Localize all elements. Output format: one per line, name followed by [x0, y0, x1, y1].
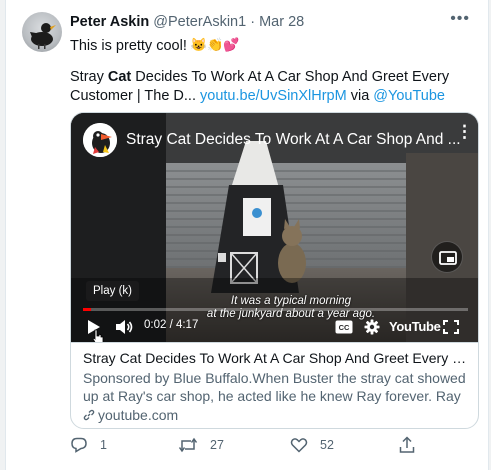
- emoji-hearts: 💕: [223, 37, 240, 52]
- video-player[interactable]: Stray Cat Decides To Work At A Car Shop …: [71, 113, 478, 342]
- reply-button[interactable]: 1: [70, 435, 107, 455]
- tweet-actions: 1 27 52: [70, 435, 479, 455]
- share-icon: [399, 436, 415, 453]
- like-count: 52: [320, 438, 334, 452]
- subtitle-line1: It was a typical morning: [230, 295, 352, 307]
- video-title[interactable]: Stray Cat Decides To Work At A Car Shop …: [126, 131, 461, 149]
- settings-icon[interactable]: [364, 316, 380, 338]
- tweet-text: This is pretty cool!: [70, 38, 187, 54]
- channel-logo[interactable]: [83, 123, 117, 157]
- progress-bar[interactable]: [83, 308, 468, 311]
- volume-icon[interactable]: [115, 316, 133, 338]
- fullscreen-icon[interactable]: [443, 316, 459, 338]
- card-domain: youtube.com: [83, 406, 468, 424]
- retweet-count: 27: [210, 438, 224, 452]
- captions-icon[interactable]: CC: [335, 316, 353, 338]
- link-card[interactable]: Stray Cat Decides To Work At A Car Shop …: [70, 112, 479, 429]
- tweet[interactable]: Peter Askin @PeterAskin1 · Mar 28 ••• Th…: [5, 0, 489, 470]
- more-icon[interactable]: •••: [450, 10, 470, 28]
- tweet-date[interactable]: Mar 28: [259, 14, 304, 30]
- mention-youtube[interactable]: @YouTube: [373, 88, 445, 104]
- play-tooltip: Play (k): [86, 281, 139, 301]
- retweet-button[interactable]: 27: [178, 435, 224, 455]
- card-title[interactable]: Stray Cat Decides To Work At A Car Shop …: [83, 349, 468, 368]
- tweet-via: via: [350, 88, 370, 104]
- mouse-pointer-icon: [91, 329, 105, 342]
- share-button[interactable]: [398, 435, 428, 455]
- retweet-icon: [178, 437, 198, 453]
- progress-fill: [83, 308, 91, 311]
- reply-icon: [71, 437, 87, 453]
- tweet-text-bold: Cat: [107, 69, 132, 85]
- heart-icon: [290, 438, 308, 453]
- tweet-text-pre: Stray: [70, 69, 108, 85]
- separator-dot: ·: [250, 14, 256, 30]
- video-more-icon[interactable]: ⋮: [456, 123, 473, 140]
- svg-text:CC: CC: [339, 323, 350, 332]
- tweet-header: Peter Askin @PeterAskin1 · Mar 28: [70, 14, 304, 30]
- picture-in-picture-icon[interactable]: [431, 241, 463, 273]
- link-icon: [83, 409, 95, 421]
- card-body[interactable]: Stray Cat Decides To Work At A Car Shop …: [71, 342, 478, 428]
- video-controls: 0:02 / 4:17 CC YouTube: [71, 316, 478, 338]
- tweet-text-line1: This is pretty cool! 😺👏💕: [70, 37, 239, 54]
- emoji-clap: 👏: [207, 37, 224, 52]
- card-description: Sponsored by Blue Buffalo.When Buster th…: [83, 370, 466, 404]
- author-handle[interactable]: @PeterAskin1: [153, 14, 246, 30]
- tweet-text-body: Stray Cat Decides To Work At A Car Shop …: [70, 68, 475, 106]
- card-domain-text: youtube.com: [98, 407, 179, 423]
- like-button[interactable]: 52: [290, 435, 334, 455]
- youtube-wordmark[interactable]: YouTube: [389, 319, 441, 334]
- tweet-link[interactable]: youtu.be/UvSinXlHrpM: [200, 88, 347, 104]
- author-name[interactable]: Peter Askin: [70, 14, 149, 30]
- avatar[interactable]: [22, 12, 62, 52]
- video-time: 0:02 / 4:17: [144, 319, 199, 331]
- reply-count: 1: [100, 438, 107, 452]
- emoji-cat: 😺: [190, 37, 208, 52]
